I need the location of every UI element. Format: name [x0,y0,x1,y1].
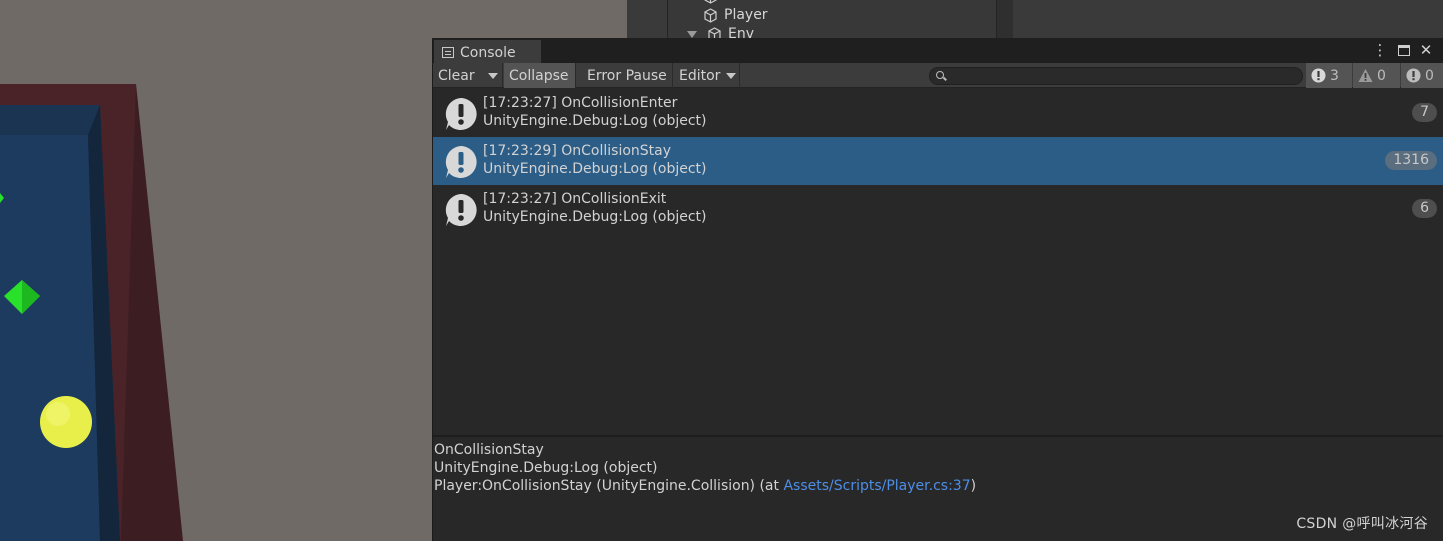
scene-view[interactable] [0,0,432,541]
detail-message: OnCollisionStay [434,442,544,458]
hierarchy-item-label: Player [724,7,768,23]
log-entry-source: UnityEngine.Debug:Log (object) [483,161,707,177]
chevron-down-icon[interactable] [687,30,697,38]
console-window: Console ⋮ ✕ Clear Collapse Error Pause E… [432,38,1443,541]
error-filter-toggle[interactable]: 0 [1401,63,1443,88]
info-log-icon [445,98,477,130]
log-entry-message: [17:23:29] OnCollisionStay [483,143,672,159]
cube-icon [704,0,717,4]
error-pause-toggle[interactable]: Error Pause [582,63,673,88]
detail-stacktrace-line: Player:OnCollisionStay (UnityEngine.Coll… [434,477,1443,495]
info-count: 3 [1330,67,1339,84]
log-entry[interactable]: [17:23:27] OnCollisionExit UnityEngine.D… [433,185,1443,233]
cube-icon [708,26,721,38]
error-icon [1406,68,1421,83]
console-toolbar: Clear Collapse Error Pause Editor 3 0 0 [433,63,1443,88]
scene-render [0,84,183,541]
collapse-toggle[interactable]: Collapse [504,63,576,88]
cube-icon [704,7,717,23]
info-log-icon [445,146,477,178]
hierarchy-scrollbar[interactable] [997,0,1013,38]
detail-source: UnityEngine.Debug:Log (object) [434,460,658,476]
log-count-badge: 6 [1412,199,1437,218]
close-icon[interactable]: ✕ [1417,41,1435,59]
editor-label: Editor [679,67,721,84]
maximize-icon[interactable] [1395,41,1413,59]
more-options-icon[interactable]: ⋮ [1371,41,1389,59]
clear-options-dropdown[interactable] [483,63,503,88]
log-count-badge: 1316 [1385,151,1437,170]
log-entry-selected[interactable]: [17:23:29] OnCollisionStay UnityEngine.D… [433,137,1443,185]
log-entry[interactable]: [17:23:27] OnCollisionEnter UnityEngine.… [433,89,1443,137]
script-file-link[interactable]: Assets/Scripts/Player.cs:37 [783,478,970,494]
info-icon [1311,68,1326,83]
warning-count: 0 [1377,67,1386,84]
info-log-icon [445,194,477,226]
search-icon [936,71,944,79]
tab-console-label: Console [460,44,516,61]
info-filter-toggle[interactable]: 3 [1306,63,1352,88]
log-entry-source: UnityEngine.Debug:Log (object) [483,113,707,129]
log-entry-source: UnityEngine.Debug:Log (object) [483,209,707,225]
tab-bar: Console ⋮ ✕ [433,38,1443,63]
error-pause-label: Error Pause [587,67,667,84]
clear-button-label: Clear [438,67,475,84]
log-list[interactable]: [17:23:27] OnCollisionEnter UnityEngine.… [433,89,1443,435]
hierarchy-item-label: Env [728,26,755,38]
hierarchy-item-env[interactable]: Env [687,24,754,38]
log-entry-message: [17:23:27] OnCollisionEnter [483,95,678,111]
hierarchy-panel: Player Env [627,0,1443,38]
editor-dropdown[interactable]: Editor [674,63,740,88]
clear-button[interactable]: Clear [433,63,483,88]
log-count-badge: 7 [1412,103,1437,122]
watermark: CSDN @呼叫冰河谷 [1296,516,1428,532]
stacktrace-detail[interactable]: OnCollisionStay UnityEngine.Debug:Log (o… [433,437,1443,541]
error-count: 0 [1425,67,1434,84]
tab-console[interactable]: Console [434,40,541,63]
hierarchy-item-player[interactable]: Player [703,5,768,25]
collapse-label: Collapse [509,67,569,84]
chevron-down-icon [487,72,498,79]
console-icon [442,47,454,58]
warning-icon [1358,69,1373,82]
stacktrace-suffix: ) [970,478,977,494]
search-input[interactable] [950,68,1295,84]
search-field[interactable] [929,67,1303,85]
stacktrace-prefix: Player:OnCollisionStay (UnityEngine.Coll… [434,478,784,494]
log-entry-message: [17:23:27] OnCollisionExit [483,191,667,207]
warning-filter-toggle[interactable]: 0 [1353,63,1400,88]
chevron-down-icon [726,72,737,79]
